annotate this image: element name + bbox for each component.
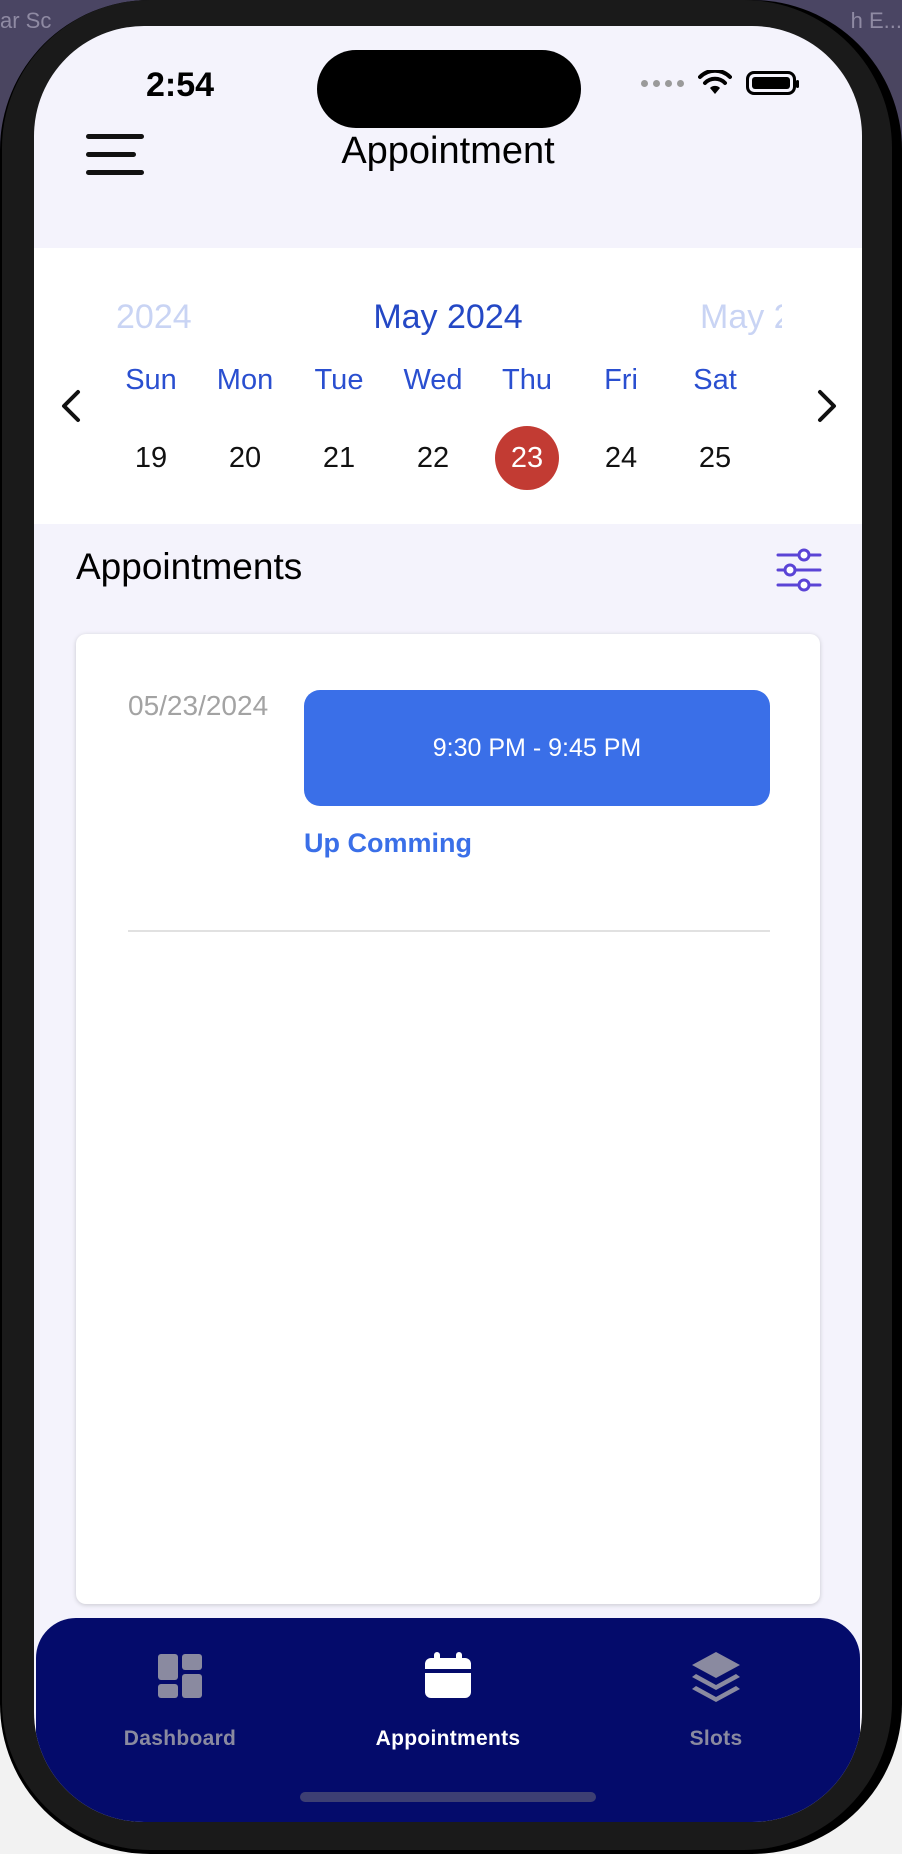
month-selector: 2024 May 2024 May 2: [34, 298, 862, 348]
background-text-left: ar Sc: [0, 8, 52, 33]
day-number: 25: [698, 442, 732, 474]
tab-dashboard[interactable]: Dashboard: [80, 1648, 280, 1751]
filter-icon[interactable]: [776, 548, 822, 592]
day-name: Wed: [403, 364, 463, 396]
day-name: Sun: [125, 364, 177, 396]
phone-frame: 2:54 Appointment 2024 May 2024 May 2: [0, 0, 902, 1854]
dashboard-icon: [158, 1654, 202, 1698]
tab-label: Slots: [689, 1727, 743, 1750]
signal-dots-icon: [641, 79, 684, 87]
chevron-right-icon: [818, 390, 836, 422]
day-sun[interactable]: Sun 19: [104, 360, 198, 490]
day-number: 22: [416, 442, 450, 474]
layers-icon: [692, 1652, 740, 1702]
day-number: 24: [604, 442, 638, 474]
day-mon[interactable]: Mon 20: [198, 360, 292, 490]
app-screen: 2:54 Appointment 2024 May 2024 May 2: [34, 26, 862, 1822]
background-text-right: h E...: [850, 8, 902, 33]
appointment-date: 05/23/2024: [128, 690, 269, 721]
day-tue[interactable]: Tue 21: [292, 360, 386, 490]
week-calendar: 2024 May 2024 May 2 Sun 19 Mon 20: [34, 248, 862, 524]
prev-week-button[interactable]: [52, 384, 92, 428]
chevron-left-icon: [62, 390, 80, 422]
day-name: Tue: [314, 364, 364, 396]
wifi-icon: [698, 70, 732, 94]
tab-appointments[interactable]: Appointments: [348, 1648, 548, 1751]
home-indicator: [300, 1792, 596, 1802]
day-sat[interactable]: Sat 25: [668, 360, 762, 490]
day-number: 20: [228, 442, 262, 474]
appointment-list-card: 05/23/2024 9:30 PM - 9:45 PM Up Comming: [76, 634, 820, 1604]
status-icons: [641, 70, 799, 96]
status-time: 2:54: [146, 66, 215, 104]
day-number: 19: [134, 442, 168, 474]
next-week-button[interactable]: [806, 384, 846, 428]
day-thu[interactable]: Thu 23: [480, 360, 574, 490]
appointment-status: Up Comming: [304, 828, 472, 858]
battery-icon: [746, 71, 799, 95]
page-title: Appointment: [341, 130, 555, 172]
day-name: Sat: [693, 364, 737, 396]
day-number: 21: [322, 442, 356, 474]
tab-label: Dashboard: [123, 1727, 237, 1750]
month-next[interactable]: May 2: [700, 298, 782, 337]
day-fri[interactable]: Fri 24: [574, 360, 668, 490]
day-wed[interactable]: Wed 22: [386, 360, 480, 490]
dynamic-island: [317, 50, 581, 128]
calendar-icon: [425, 1652, 471, 1698]
day-number-selected: 23: [495, 426, 559, 490]
day-name: Thu: [502, 364, 552, 396]
day-name: Fri: [604, 364, 638, 396]
tab-label: Appointments: [375, 1727, 521, 1750]
divider: [128, 930, 770, 932]
tab-slots[interactable]: Slots: [616, 1648, 816, 1751]
appointments-heading: Appointments: [76, 546, 303, 587]
appointment-time-slot[interactable]: 9:30 PM - 9:45 PM: [304, 690, 770, 806]
day-name: Mon: [216, 364, 274, 396]
